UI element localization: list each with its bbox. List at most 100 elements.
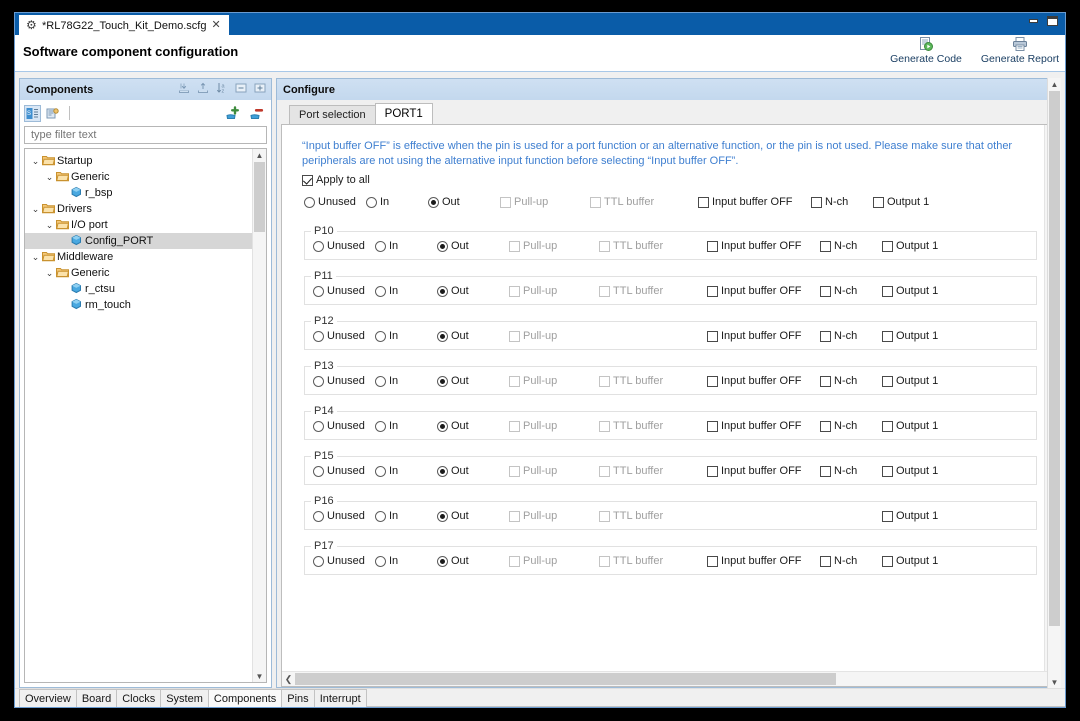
p15-unused[interactable]: Unused	[313, 465, 375, 477]
p10-out-radio[interactable]	[437, 240, 448, 252]
sort-icon[interactable]: az	[215, 81, 229, 95]
expand-all-icon[interactable]	[253, 81, 267, 95]
tree-item-startup[interactable]: ⌄ Startup	[25, 153, 252, 169]
footer-tab-board[interactable]: Board	[75, 689, 118, 707]
p11-in-radio[interactable]	[375, 285, 386, 297]
p10-out[interactable]: Out	[437, 240, 509, 252]
apply-all-unused-radio[interactable]	[304, 196, 315, 208]
p11-nch[interactable]: N-ch	[820, 285, 882, 297]
p11-unused-radio[interactable]	[313, 285, 324, 297]
close-icon[interactable]: ✕	[211, 20, 220, 31]
configure-tabs[interactable]: Port selection PORT1	[281, 103, 1060, 124]
generate-code-button[interactable]: Generate Code	[885, 36, 967, 65]
p13-input-buffer-off-checkbox[interactable]	[707, 375, 718, 387]
chevron-down-icon[interactable]: ⌄	[29, 204, 42, 215]
p17-output1[interactable]: Output 1	[882, 555, 962, 567]
p15-in[interactable]: In	[375, 465, 437, 477]
p11-in[interactable]: In	[375, 285, 437, 297]
p15-output1-checkbox[interactable]	[882, 465, 893, 477]
p16-in-radio[interactable]	[375, 510, 386, 522]
p11-input-buffer-off[interactable]: Input buffer OFF	[707, 285, 820, 297]
footer-tab-clocks[interactable]: Clocks	[116, 689, 162, 707]
p17-nch[interactable]: N-ch	[820, 555, 882, 567]
p13-unused[interactable]: Unused	[313, 375, 375, 387]
p15-out-radio[interactable]	[437, 465, 448, 477]
p10-unused[interactable]: Unused	[313, 240, 375, 252]
apply-all-out-radio[interactable]	[428, 196, 439, 208]
outer-scroll-up-icon[interactable]: ▲	[1048, 78, 1061, 90]
p11-unused[interactable]: Unused	[313, 285, 375, 297]
tree-item-config-port[interactable]: Config_PORT	[25, 233, 252, 249]
p13-output1-checkbox[interactable]	[882, 375, 893, 387]
p16-out-radio[interactable]	[437, 510, 448, 522]
p13-unused-radio[interactable]	[313, 375, 324, 387]
p11-input-buffer-off-checkbox[interactable]	[707, 285, 718, 297]
tree-item-i-o-port[interactable]: ⌄ I/O port	[25, 217, 252, 233]
tree-item-r-bsp[interactable]: r_bsp	[25, 185, 252, 201]
component-tree-scrollbar[interactable]: ▲ ▼	[252, 149, 266, 682]
p12-out-radio[interactable]	[437, 330, 448, 342]
apply-all-output1[interactable]: Output 1	[873, 196, 953, 208]
p10-input-buffer-off-checkbox[interactable]	[707, 240, 718, 252]
p13-nch-checkbox[interactable]	[820, 375, 831, 387]
minimize-icon[interactable]	[1027, 15, 1040, 27]
footer-tab-system[interactable]: System	[160, 689, 209, 707]
p15-in-radio[interactable]	[375, 465, 386, 477]
p15-unused-radio[interactable]	[313, 465, 324, 477]
chevron-down-icon[interactable]: ⌄	[43, 268, 56, 279]
p14-nch[interactable]: N-ch	[820, 420, 882, 432]
search-input[interactable]	[29, 128, 262, 142]
p15-out[interactable]: Out	[437, 465, 509, 477]
p10-nch[interactable]: N-ch	[820, 240, 882, 252]
p14-input-buffer-off-checkbox[interactable]	[707, 420, 718, 432]
scroll-up-icon[interactable]: ▲	[253, 149, 266, 161]
p14-unused[interactable]: Unused	[313, 420, 375, 432]
p15-output1[interactable]: Output 1	[882, 465, 962, 477]
scrollbar-thumb[interactable]	[254, 162, 265, 232]
p17-nch-checkbox[interactable]	[820, 555, 831, 567]
chevron-down-icon[interactable]: ⌄	[43, 220, 56, 231]
chevron-down-icon[interactable]: ⌄	[43, 172, 56, 183]
tree-item-rm-touch[interactable]: rm_touch	[25, 297, 252, 313]
p15-nch-checkbox[interactable]	[820, 465, 831, 477]
p10-input-buffer-off[interactable]: Input buffer OFF	[707, 240, 820, 252]
p11-output1-checkbox[interactable]	[882, 285, 893, 297]
import-icon[interactable]	[177, 81, 191, 95]
p16-in[interactable]: In	[375, 510, 437, 522]
export-icon[interactable]	[196, 81, 210, 95]
apply-all-input-buffer-off[interactable]: Input buffer OFF	[698, 196, 811, 208]
footer-tab-components[interactable]: Components	[207, 689, 283, 707]
editor-tab-scfg[interactable]: *RL78G22_Touch_Kit_Demo.scfg ✕	[19, 15, 229, 35]
apply-all-nch[interactable]: N-ch	[811, 196, 873, 208]
tree-item-generic[interactable]: ⌄ Generic	[25, 169, 252, 185]
apply-all-unused[interactable]: Unused	[304, 196, 366, 208]
p12-output1[interactable]: Output 1	[882, 330, 962, 342]
p17-in[interactable]: In	[375, 555, 437, 567]
p16-unused[interactable]: Unused	[313, 510, 375, 522]
p13-out[interactable]: Out	[437, 375, 509, 387]
port-settings-horizontal-scrollbar[interactable]: ❮ ❯	[282, 671, 1059, 686]
p10-nch-checkbox[interactable]	[820, 240, 831, 252]
p17-input-buffer-off[interactable]: Input buffer OFF	[707, 555, 820, 567]
hardware-view-icon[interactable]	[44, 105, 61, 122]
p12-nch-checkbox[interactable]	[820, 330, 831, 342]
scroll-down-icon[interactable]: ▼	[253, 670, 266, 682]
hscroll-thumb[interactable]	[295, 673, 836, 685]
apply-to-all-row[interactable]: Apply to all	[302, 171, 1039, 189]
apply-all-out[interactable]: Out	[428, 196, 500, 208]
p14-in[interactable]: In	[375, 420, 437, 432]
p16-output1-checkbox[interactable]	[882, 510, 893, 522]
apply-all-nch-checkbox[interactable]	[811, 196, 822, 208]
p11-output1[interactable]: Output 1	[882, 285, 962, 297]
p14-input-buffer-off[interactable]: Input buffer OFF	[707, 420, 820, 432]
p12-out[interactable]: Out	[437, 330, 509, 342]
p14-unused-radio[interactable]	[313, 420, 324, 432]
p12-output1-checkbox[interactable]	[882, 330, 893, 342]
p14-in-radio[interactable]	[375, 420, 386, 432]
p14-out-radio[interactable]	[437, 420, 448, 432]
footer-tab-interrupt[interactable]: Interrupt	[313, 689, 367, 707]
p12-in[interactable]: In	[375, 330, 437, 342]
collapse-all-icon[interactable]	[234, 81, 248, 95]
p15-input-buffer-off-checkbox[interactable]	[707, 465, 718, 477]
p13-output1[interactable]: Output 1	[882, 375, 962, 387]
